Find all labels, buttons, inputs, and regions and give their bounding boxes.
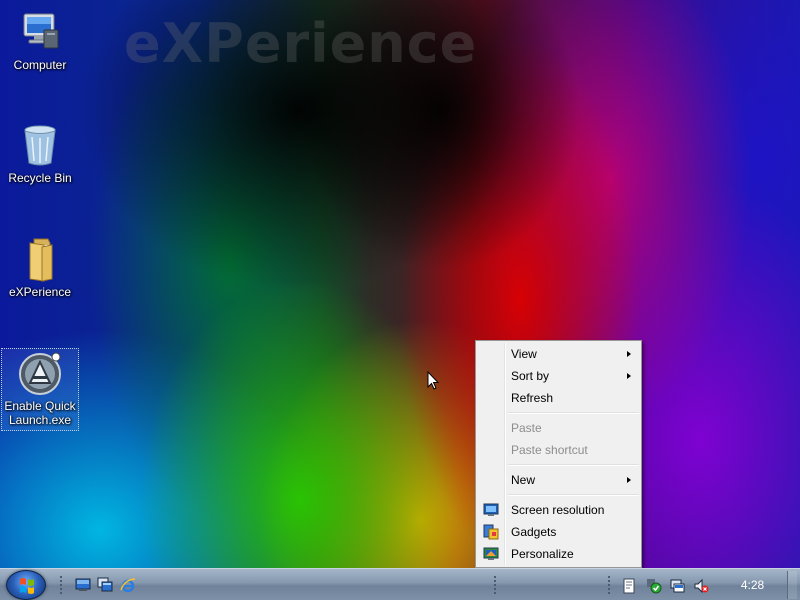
switch-windows-icon[interactable] [97, 577, 113, 593]
desktop-icon-recycle-bin[interactable]: Recycle Bin [1, 121, 79, 185]
menu-separator [508, 464, 639, 466]
menu-item-label: Gadgets [511, 525, 557, 539]
tray-grip[interactable] [607, 575, 611, 595]
mouse-cursor-icon [427, 371, 439, 390]
personalize-icon [483, 547, 499, 560]
document-icon[interactable] [621, 578, 637, 594]
folder-icon [16, 235, 64, 283]
network-icon[interactable] [669, 578, 685, 594]
menu-item-label: Paste shortcut [511, 443, 588, 457]
wallpaper-watermark: eXPerience [124, 12, 478, 75]
desktop-icon-enable-quick-launch[interactable]: Enable Quick Launch.exe [1, 348, 79, 431]
menu-item-screen-resolution[interactable]: Screen resolution [478, 499, 639, 521]
desktop[interactable]: eXPerience Computer Recycle Bin eXPerien… [0, 0, 800, 568]
menu-item-refresh[interactable]: Refresh [478, 387, 639, 409]
menu-item-label: Paste [511, 421, 542, 435]
menu-item-label: Refresh [511, 391, 554, 405]
menu-item-new[interactable]: New [478, 469, 639, 491]
show-desktop-button[interactable] [787, 571, 797, 599]
menu-item-sort-by[interactable]: Sort by [478, 365, 639, 387]
menu-item-view[interactable]: View [478, 343, 639, 365]
volume-muted-icon[interactable] [693, 578, 709, 594]
taskbar-grip[interactable] [493, 575, 497, 595]
desktop-icon-label: eXPerience [8, 285, 72, 299]
menu-item-gadgets[interactable]: Gadgets [478, 521, 639, 543]
menu-item-personalize[interactable]: Personalize [478, 543, 639, 565]
desktop-icon-experience-folder[interactable]: eXPerience [1, 235, 79, 299]
taskbar: 4:28 [0, 568, 800, 600]
submenu-arrow-icon [627, 351, 631, 357]
taskbar-clock[interactable]: 4:28 [730, 569, 775, 600]
menu-item-label: View [511, 347, 537, 361]
application-icon [16, 349, 64, 397]
desktop-icon-computer[interactable]: Computer [1, 8, 79, 72]
menu-item-paste[interactable]: Paste [478, 417, 639, 439]
gadgets-icon [483, 524, 499, 540]
show-desktop-icon[interactable] [75, 577, 91, 593]
windows-logo-icon [20, 578, 34, 594]
submenu-arrow-icon [627, 373, 631, 379]
menu-item-paste-shortcut[interactable]: Paste shortcut [478, 439, 639, 461]
menu-separator [508, 412, 639, 414]
screen-resolution-icon [483, 503, 499, 516]
submenu-arrow-icon [627, 477, 631, 483]
computer-icon [16, 8, 64, 56]
internet-explorer-icon[interactable] [120, 577, 136, 593]
desktop-icon-label: Computer [13, 58, 67, 72]
recycle-bin-icon [16, 121, 64, 169]
taskbar-grip[interactable] [59, 575, 63, 595]
start-button[interactable] [6, 570, 46, 600]
menu-separator [508, 494, 639, 496]
menu-item-label: Personalize [511, 547, 574, 561]
menu-item-label: Screen resolution [511, 503, 605, 517]
security-shield-icon[interactable] [646, 578, 662, 594]
menu-item-label: Sort by [511, 369, 550, 383]
desktop-context-menu: View Sort by Refresh Paste Paste shortcu… [475, 340, 642, 568]
desktop-icon-label: Enable Quick Launch.exe [4, 399, 76, 427]
menu-item-label: New [511, 473, 536, 487]
desktop-icon-label: Recycle Bin [8, 171, 72, 185]
